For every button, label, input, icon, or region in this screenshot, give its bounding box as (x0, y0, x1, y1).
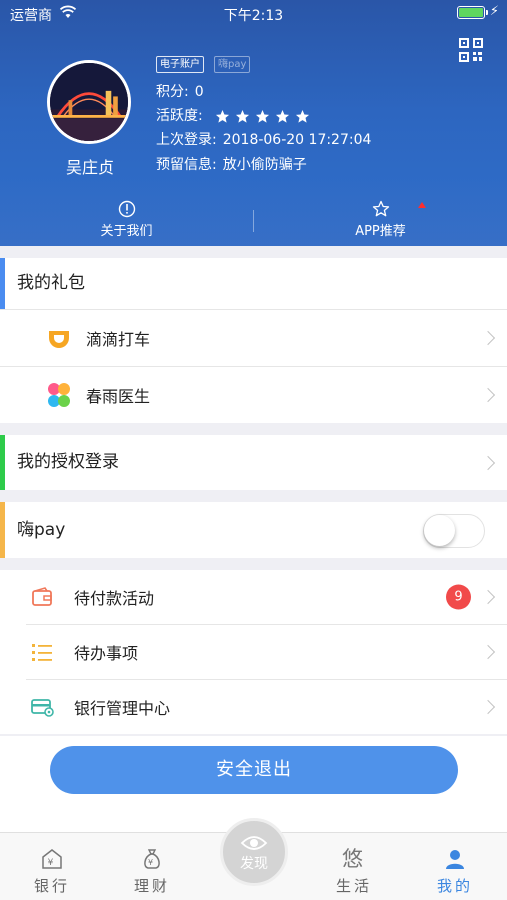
profile-header: 运营商 下午2:13 ⚡ 吴庄贞 电子账户 嗨pay 积分: 0 活跃度: 上次… (0, 0, 507, 246)
tab-mine-label: 我的 (436, 877, 473, 895)
status-bar: 运营商 下午2:13 ⚡ (0, 0, 507, 28)
header-actions: 关于我们 APP推荐 (0, 195, 507, 245)
bank-management-label: 银行管理中心 (74, 699, 171, 718)
pending-payment-label: 待付款活动 (74, 589, 155, 608)
auth-section-title: 我的授权登录 (17, 452, 119, 472)
hipay-section-header: 嗨pay (0, 502, 507, 558)
wallet-icon (32, 587, 52, 606)
list-icon (32, 644, 52, 661)
user-name: 吴庄贞 (65, 158, 114, 177)
e-account-badge: 电子账户 (156, 56, 204, 73)
tab-discover-label: 发现 (240, 856, 268, 872)
chevron-right-icon (480, 644, 496, 660)
pending-count-badge: 9 (446, 584, 471, 610)
chevron-right-icon (480, 387, 496, 403)
about-us-button[interactable]: 关于我们 (0, 195, 253, 245)
star-icon (216, 109, 230, 123)
reserved-info-value: 放小偷防骗子 (222, 157, 307, 173)
chevron-right-icon (480, 699, 496, 715)
activity-row: 活跃度: (156, 105, 310, 125)
gift-section-title: 我的礼包 (17, 273, 85, 293)
reserved-info-label: 预留信息: (156, 157, 217, 173)
pending-payment-row[interactable]: 待付款活动 9 (0, 570, 507, 624)
tab-life-label: 生活 (335, 877, 372, 895)
points-value: 0 (194, 84, 204, 100)
avatar[interactable] (47, 60, 131, 144)
didi-icon (49, 331, 69, 348)
chevron-right-icon (480, 455, 496, 470)
points-label: 积分: (156, 84, 189, 100)
toggle-knob (424, 515, 455, 546)
task-section: 待付款活动 9 待办事项 银行管理中心 (0, 570, 507, 734)
hipay-accent-bar (0, 502, 5, 558)
app-recommend-label: APP推荐 (355, 224, 406, 239)
hipay-badge: 嗨pay (214, 56, 251, 73)
last-login-value: 2018-06-20 17:27:04 (222, 132, 372, 148)
gift-accent-bar (0, 258, 5, 309)
last-login-label: 上次登录: (156, 132, 217, 148)
chevron-right-icon (480, 589, 496, 605)
todo-label: 待办事项 (74, 644, 139, 663)
chunyu-doctor-icon (48, 383, 70, 407)
battery-icon (457, 6, 488, 19)
activity-stars (215, 109, 310, 124)
account-badges: 电子账户 嗨pay (156, 56, 251, 73)
gift-section: 我的礼包 滴滴打车 春雨医生 (0, 258, 507, 423)
avatar-image (50, 63, 128, 141)
about-us-label: 关于我们 (100, 224, 153, 239)
star-icon (276, 109, 290, 123)
tab-finance[interactable]: ¥ 理财 (102, 833, 202, 900)
charging-icon: ⚡ (489, 4, 499, 19)
didi-label: 滴滴打车 (86, 330, 151, 349)
svg-text:¥: ¥ (148, 858, 156, 867)
todo-row[interactable]: 待办事项 (26, 624, 507, 679)
hipay-section: 嗨pay (0, 502, 507, 558)
bank-icon: ¥ (42, 849, 62, 869)
star-icon (236, 109, 250, 123)
user-icon (446, 850, 464, 869)
card-settings-icon (31, 699, 54, 717)
chevron-right-icon (480, 330, 496, 346)
last-login-row: 上次登录: 2018-06-20 17:27:04 (156, 129, 371, 149)
tab-discover[interactable]: 发现 (220, 818, 288, 886)
svg-text:¥: ¥ (48, 858, 57, 868)
auth-section[interactable]: 我的授权登录 (0, 435, 507, 490)
star-icon (256, 109, 270, 123)
app-recommend-button[interactable]: APP推荐 (254, 195, 507, 245)
tab-finance-label: 理财 (133, 877, 170, 895)
gift-section-header: 我的礼包 (0, 258, 507, 309)
didi-row[interactable]: 滴滴打车 (0, 309, 507, 366)
life-icon: 悠 (342, 847, 366, 871)
qr-code-icon[interactable] (459, 38, 483, 62)
new-indicator-dot (418, 202, 426, 208)
info-icon (118, 200, 135, 218)
reserved-info-row: 预留信息: 放小偷防骗子 (156, 154, 307, 174)
auth-section-header[interactable]: 我的授权登录 (0, 435, 507, 490)
hipay-toggle[interactable] (423, 514, 485, 548)
auth-accent-bar (0, 435, 5, 490)
tab-mine[interactable]: 我的 (405, 833, 505, 900)
eye-icon (240, 836, 268, 850)
bank-management-row[interactable]: 银行管理中心 (26, 679, 507, 734)
tab-bank-label: 银行 (33, 877, 70, 895)
star-icon (296, 109, 310, 123)
tab-life[interactable]: 悠 生活 (304, 833, 404, 900)
points-row: 积分: 0 (156, 81, 204, 101)
logout-button[interactable]: 安全退出 (50, 746, 458, 794)
activity-label: 活跃度: (156, 108, 203, 124)
status-time: 下午2:13 (223, 8, 284, 24)
tab-bank[interactable]: ¥ 银行 (2, 833, 102, 900)
chunyu-row[interactable]: 春雨医生 (0, 366, 507, 423)
chunyu-label: 春雨医生 (86, 387, 151, 406)
money-bag-icon: ¥ (144, 849, 160, 869)
hipay-section-title: 嗨pay (17, 520, 66, 540)
star-outline-icon (372, 200, 389, 217)
